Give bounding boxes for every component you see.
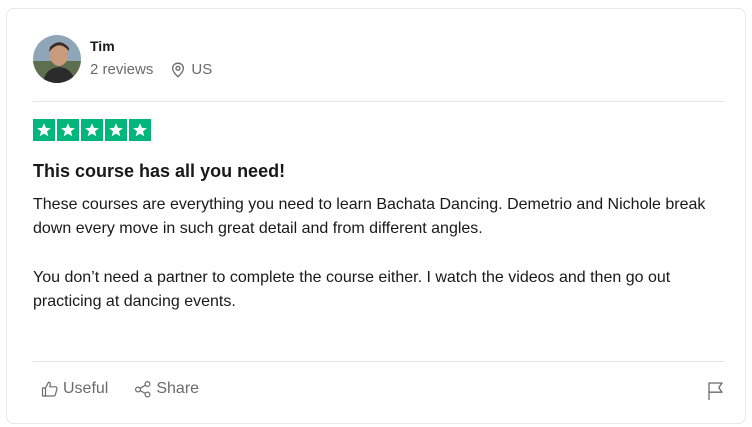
- avatar[interactable]: [33, 35, 81, 83]
- share-icon: [135, 380, 151, 398]
- review-body: These courses are everything you need to…: [33, 193, 723, 339]
- share-label: Share: [156, 380, 200, 397]
- reviews-count: 2 reviews: [90, 61, 154, 78]
- review-card: Tim 2 reviews US This course has all you…: [6, 8, 746, 424]
- reviewer-info: Tim 2 reviews US: [90, 37, 212, 79]
- reviewer-name[interactable]: Tim: [90, 37, 212, 55]
- reviewer-meta: 2 reviews US: [90, 61, 212, 79]
- header-divider: [33, 101, 725, 102]
- useful-button[interactable]: Useful: [41, 380, 108, 398]
- flag-icon: [708, 382, 723, 400]
- star-icon: [129, 119, 151, 141]
- review-actions: Useful Share: [41, 380, 199, 398]
- star-icon: [33, 119, 55, 141]
- thumbs-up-icon: [41, 381, 58, 397]
- report-button[interactable]: [707, 381, 725, 406]
- review-paragraph: You don’t need a partner to complete the…: [33, 269, 671, 310]
- star-icon: [81, 119, 103, 141]
- review-paragraph: These courses are everything you need to…: [33, 196, 706, 237]
- share-button[interactable]: Share: [134, 380, 199, 398]
- country-label: US: [191, 61, 213, 78]
- footer-divider: [33, 361, 725, 362]
- reviewer-header: Tim 2 reviews US: [33, 34, 212, 84]
- reviewer-location: US: [171, 61, 212, 79]
- star-rating: [33, 119, 151, 141]
- useful-label: Useful: [63, 380, 109, 397]
- star-icon: [105, 119, 127, 141]
- map-pin-icon: [172, 62, 185, 78]
- star-icon: [57, 119, 79, 141]
- review-title[interactable]: This course has all you need!: [33, 159, 285, 183]
